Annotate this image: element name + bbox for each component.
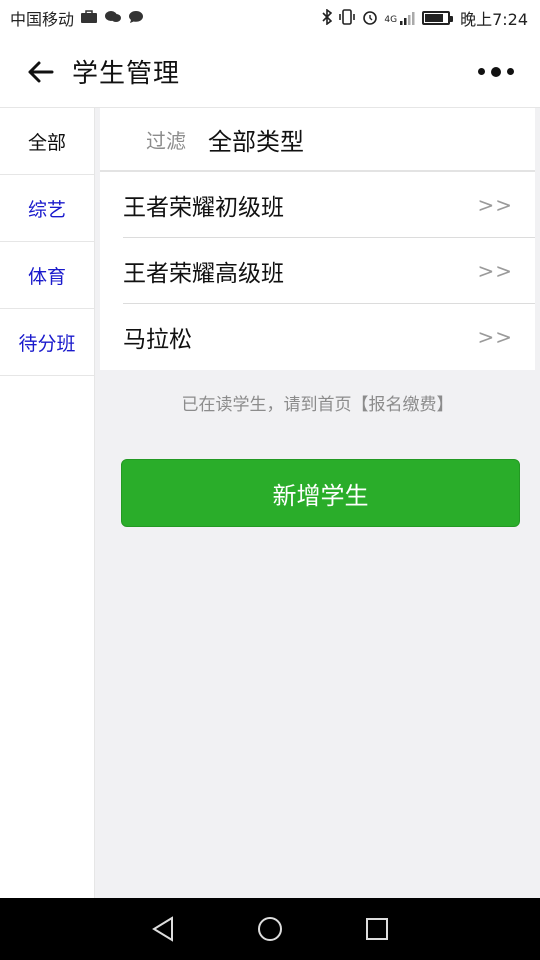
sidebar-item-variety[interactable]: 综艺 <box>0 175 94 242</box>
vibrate-icon <box>338 8 356 28</box>
bluetooth-icon <box>322 7 333 28</box>
double-chevron-icon: >> <box>477 259 513 283</box>
class-list: 王者荣耀初级班 >> 王者荣耀高级班 >> 马拉松 >> <box>100 172 535 370</box>
battery-icon <box>422 11 454 25</box>
more-dot-icon <box>507 68 514 75</box>
status-left: 中国移动 <box>10 6 144 30</box>
triangle-back-icon <box>152 916 174 942</box>
class-name: 马拉松 <box>123 327 192 353</box>
alarm-icon <box>362 9 378 28</box>
briefcase-icon <box>80 9 98 27</box>
carrier-label: 中国移动 <box>10 10 75 29</box>
sidebar-item-all[interactable]: 全部 <box>0 108 94 175</box>
class-name: 王者荣耀高级班 <box>123 261 284 287</box>
filter-label: 过滤 <box>146 128 186 153</box>
back-button[interactable] <box>20 52 60 92</box>
page-title: 学生管理 <box>72 59 181 89</box>
more-button[interactable] <box>472 52 520 92</box>
circle-home-icon <box>257 917 282 941</box>
status-bar: 中国移动 4G 晚上7:24 <box>0 0 540 36</box>
more-dot-icon <box>478 68 485 75</box>
sidebar-item-sports[interactable]: 体育 <box>0 242 94 309</box>
class-name: 王者荣耀初级班 <box>123 195 284 221</box>
list-item[interactable]: 王者荣耀高级班 >> <box>100 238 535 304</box>
system-back-button[interactable] <box>148 914 178 944</box>
back-arrow-icon <box>28 61 54 82</box>
add-student-button[interactable]: 新增学生 <box>121 459 520 527</box>
square-recents-icon <box>365 918 388 940</box>
filter-row: 过滤 全部类型 <box>100 108 535 172</box>
status-right: 4G 晚上7:24 <box>322 6 528 30</box>
filter-type-select[interactable]: 全部类型 <box>208 122 304 157</box>
double-chevron-icon: >> <box>477 325 513 349</box>
system-recents-button[interactable] <box>362 914 392 944</box>
more-dot-icon <box>491 66 501 77</box>
clock: 晚上7:24 <box>460 10 528 29</box>
system-nav-bar <box>0 898 540 960</box>
list-item[interactable]: 马拉松 >> <box>100 304 535 370</box>
category-sidebar: 全部 综艺 体育 待分班 <box>0 108 95 898</box>
list-item[interactable]: 王者荣耀初级班 >> <box>100 172 535 238</box>
main-panel: 过滤 全部类型 王者荣耀初级班 >> 王者荣耀高级班 >> 马拉松 >> 已在读… <box>95 108 540 898</box>
signal-icon: 4G <box>384 11 416 25</box>
double-chevron-icon: >> <box>477 193 513 217</box>
hint-text: 已在读学生，请到首页【报名缴费】 <box>181 395 454 415</box>
content: 全部 综艺 体育 待分班 过滤 全部类型 王者荣耀初级班 >> 王者荣耀高级班 … <box>0 108 540 898</box>
sidebar-item-unassigned[interactable]: 待分班 <box>0 309 94 376</box>
wechat-icon <box>104 10 122 27</box>
network-type: 4G <box>384 15 398 25</box>
system-home-button[interactable] <box>255 914 285 944</box>
header: 学生管理 <box>0 36 540 108</box>
message-icon <box>128 10 144 27</box>
